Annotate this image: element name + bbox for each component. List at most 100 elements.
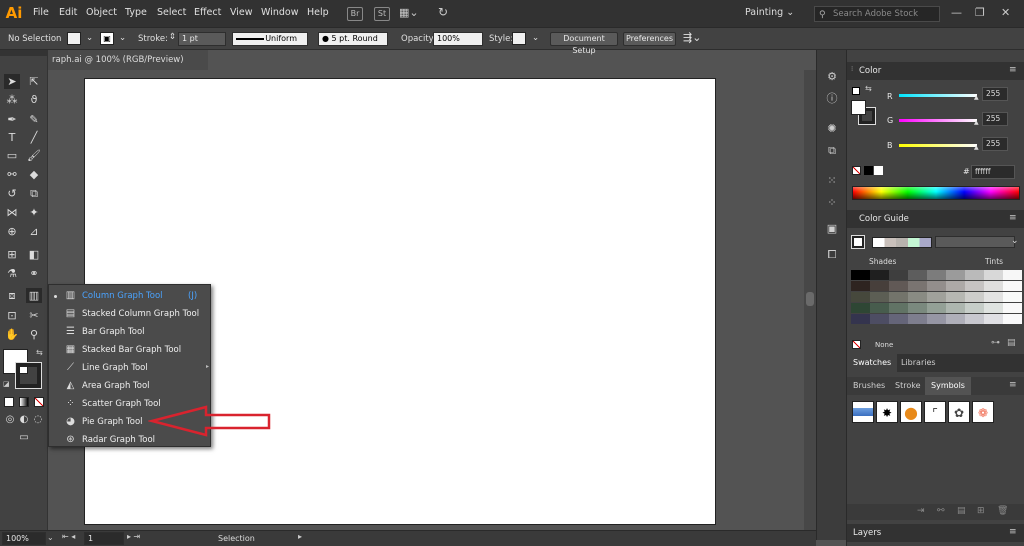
color-guide-swatch[interactable] [908,270,927,280]
eraser-icon[interactable]: ◆ [26,167,42,182]
hand-tool-icon[interactable]: ✋ [4,327,20,342]
menu-view[interactable]: View [230,7,253,18]
color-guide-swatch[interactable] [946,314,965,324]
shape-builder-icon[interactable]: ⊕ [4,224,20,239]
menu-type[interactable]: Type [125,7,147,18]
pen-tool-icon[interactable]: ✒ [4,112,20,127]
color-guide-swatch[interactable] [946,292,965,302]
color-guide-swatch[interactable] [984,270,1003,280]
blend-tool-icon[interactable]: ⚭ [26,266,42,281]
line-tool-icon[interactable]: ╱ [26,130,42,145]
color-guide-swatch[interactable] [965,292,984,302]
next-artboard-icon[interactable]: ▸ ⇥ [127,532,140,541]
flyout-stacked-column-graph-tool[interactable]: ▤ Stacked Column Graph Tool [49,305,211,323]
tab-stroke[interactable]: Stroke [889,377,927,395]
gradient-tool-icon[interactable]: ◧ [26,247,42,262]
new-symbol-icon[interactable]: ⊞ [977,506,985,516]
pathfinder-icon[interactable]: ⁘ [824,196,840,210]
menu-edit[interactable]: Edit [59,7,77,18]
color-mode-icon[interactable] [4,397,14,407]
symbol-options-icon[interactable]: ▤ [957,506,966,516]
zoom-tool-icon[interactable]: ⚲ [26,327,42,342]
direct-selection-tool-icon[interactable]: ⇱ [26,74,42,89]
menu-effect[interactable]: Effect [194,7,221,18]
color-guide-swatch[interactable] [851,292,870,302]
properties-icon[interactable]: ⚙ [824,70,840,84]
flyout-area-graph-tool[interactable]: ◭ Area Graph Tool [49,377,211,395]
color-guide-swatch[interactable] [965,270,984,280]
swap-colors-icon[interactable]: ⇆ [36,348,43,357]
puppet-warp-icon[interactable]: ✦ [26,205,42,220]
place-symbol-icon[interactable]: ⇥ [917,506,925,516]
stroke-stepper-icon[interactable]: ⇕ [169,32,176,42]
color-guide-swatch[interactable] [927,270,946,280]
tools-panel-grip[interactable] [0,50,48,56]
color-guide-swatch[interactable] [965,314,984,324]
color-guide-swatch[interactable] [851,270,870,280]
rotate-tool-icon[interactable]: ↺ [4,186,20,201]
document-setup-button[interactable]: Document Setup [550,32,618,55]
color-guide-swatch[interactable] [1003,292,1022,302]
harmony-base-color[interactable] [851,235,865,249]
chevron-down-icon[interactable]: ⌄ [1011,236,1019,246]
align-icon[interactable]: ⁙ [824,174,840,188]
shaper-tool-icon[interactable]: ⚯ [4,167,20,182]
brush-definition-dropdown[interactable]: ● 5 pt. Round [318,32,388,46]
stroke-color-swatch[interactable]: ▣ [100,32,114,45]
symbol-dotted-corner[interactable]: ⌜ [924,401,946,423]
mesh-tool-icon[interactable]: ⊞ [4,247,20,262]
flyout-column-graph-tool[interactable]: ▥ Column Graph Tool (J) [49,287,211,305]
none-mode-icon[interactable] [34,397,44,407]
graphic-style-swatch[interactable] [512,32,526,45]
color-guide-swatch[interactable] [908,303,927,313]
symbol-pink-flower[interactable]: ❁ [972,401,994,423]
color-guide-swatch[interactable] [984,292,1003,302]
curvature-tool-icon[interactable]: ✎ [26,112,42,127]
green-channel-value[interactable]: 255 [982,112,1008,126]
fill-dropdown-icon[interactable]: ⌄ [86,33,93,43]
delete-symbol-icon[interactable]: 🗑 [997,506,1008,516]
zoom-level-field[interactable]: 100% [2,532,46,545]
harmony-rules-strip[interactable] [872,237,932,248]
stock-search-input[interactable]: ⚲ Search Adobe Stock [814,6,940,22]
tab-libraries[interactable]: Libraries [895,354,942,372]
minimize-icon[interactable]: — [951,6,962,19]
symbol-blue-banner[interactable] [852,401,874,423]
swap-fill-stroke-icon[interactable]: ⇆ [865,84,872,93]
style-dropdown-icon[interactable]: ⌄ [532,33,539,43]
paintbrush-icon[interactable]: 🖌 [26,148,42,163]
color-fill-box[interactable] [851,100,866,115]
close-icon[interactable]: ✕ [1001,6,1010,19]
color-guide-swatch[interactable] [908,281,927,291]
stroke-dropdown-icon[interactable]: ⌄ [119,33,126,43]
color-guide-swatch[interactable] [889,270,908,280]
arrange-icon[interactable]: ⇶⌄ [683,31,701,44]
color-guide-swatch[interactable] [946,303,965,313]
tab-swatches[interactable]: Swatches [847,354,898,372]
color-guide-swatch[interactable] [1003,270,1022,280]
flyout-line-graph-tool[interactable]: ⟋ Line Graph Tool [49,359,211,377]
tab-brushes[interactable]: Brushes [847,377,891,395]
stroke-color-box[interactable] [15,362,42,389]
workspace-switcher[interactable]: Painting ⌄ [745,7,794,18]
color-guide-swatch[interactable] [889,292,908,302]
default-fill-stroke-icon[interactable] [852,87,860,95]
preferences-button[interactable]: Preferences [623,32,676,46]
symbol-orange-button[interactable]: ● [900,401,922,423]
color-guide-swatch[interactable] [889,281,908,291]
panel-grip-icon[interactable]: ⁞ [851,65,853,73]
color-guide-swatch[interactable] [889,314,908,324]
break-link-icon[interactable]: ⚯ [937,506,945,516]
transform-icon[interactable]: ▣ [824,222,840,236]
menu-object[interactable]: Object [86,7,117,18]
symbols-panel-menu-icon[interactable]: ≡ [1009,380,1017,390]
color-guide-swatch[interactable] [851,281,870,291]
red-channel-value[interactable]: 255 [982,87,1008,101]
previous-artboard-icon[interactable]: ⇤ ◂ [62,532,75,541]
scrollbar-thumb[interactable] [806,292,814,306]
perspective-grid-icon[interactable]: ⊿ [26,224,42,239]
rectangle-tool-icon[interactable]: ▭ [4,148,20,163]
color-panel-menu-icon[interactable]: ≡ [1009,65,1017,75]
color-guide-swatch[interactable] [927,314,946,324]
zoom-dropdown-icon[interactable]: ⌄ [47,533,54,542]
